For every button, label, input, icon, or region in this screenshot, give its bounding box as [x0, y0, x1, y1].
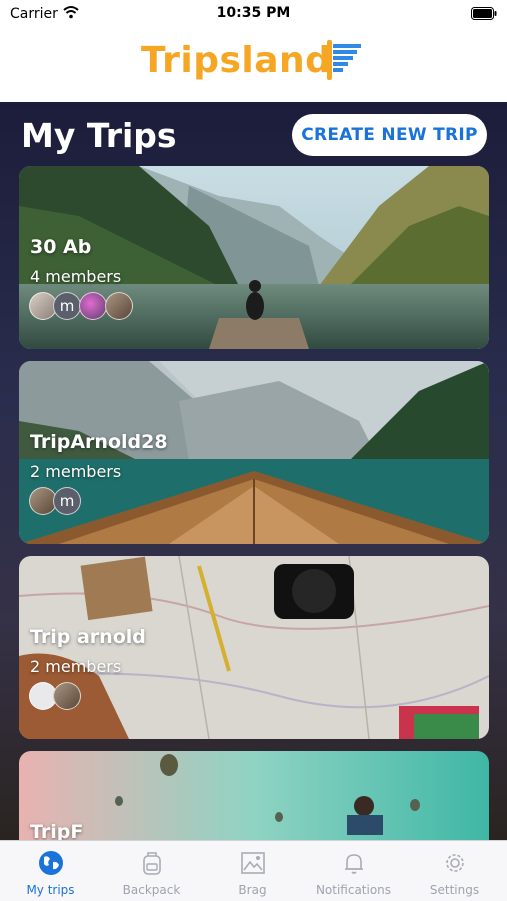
trip-member-count: 2 members	[30, 657, 122, 676]
tab-notifications[interactable]: Notifications	[303, 841, 404, 901]
trips-screen[interactable]: My Trips CREATE NEW TRIP 30 Ab 4 members…	[0, 102, 507, 840]
trip-cover-image	[19, 751, 489, 840]
gear-icon	[446, 854, 464, 872]
tab-brag[interactable]: Brag	[202, 841, 303, 901]
status-bar: Carrier 10:35 PM	[0, 0, 507, 28]
trip-name: 30 Ab	[30, 236, 92, 258]
tab-backpack[interactable]: Backpack	[101, 841, 202, 901]
avatar: m	[53, 487, 81, 515]
trip-card[interactable]: Trip arnold 2 members	[19, 556, 489, 739]
backpack-icon	[143, 852, 161, 875]
tab-label: Notifications	[315, 883, 392, 897]
trip-name: TripF	[30, 821, 84, 840]
app-logo: Tripsland	[141, 40, 332, 81]
clock: 10:35 PM	[216, 5, 291, 21]
create-new-trip-button[interactable]: CREATE NEW TRIP	[292, 114, 487, 156]
trip-card[interactable]: TripF	[19, 751, 489, 840]
tab-label: Backpack	[122, 883, 181, 897]
trip-name: Trip arnold	[30, 626, 146, 648]
trip-member-count: 4 members	[30, 267, 122, 286]
avatar	[79, 292, 107, 320]
page-title: My Trips	[21, 116, 177, 155]
image-icon	[241, 852, 265, 874]
trip-card[interactable]: 30 Ab 4 members m	[19, 166, 489, 349]
avatar	[53, 682, 81, 710]
tab-my-trips[interactable]: My trips	[0, 841, 101, 901]
trip-card[interactable]: TripArnold28 2 members m	[19, 361, 489, 544]
avatar: m	[53, 292, 81, 320]
bell-icon	[345, 854, 363, 874]
tab-label: My trips	[26, 883, 75, 897]
tab-bar: My trips Backpack Brag Notifications Set…	[0, 840, 507, 901]
tab-settings[interactable]: Settings	[404, 841, 505, 901]
battery-icon	[471, 7, 497, 20]
globe-icon	[39, 851, 63, 875]
tab-label: Brag	[238, 883, 267, 897]
avatar	[105, 292, 133, 320]
tab-label: Settings	[429, 883, 480, 897]
app-header: Tripsland	[0, 28, 507, 102]
trip-name: TripArnold28	[30, 431, 168, 453]
logo-flag-icon	[327, 40, 361, 80]
trip-member-count: 2 members	[30, 462, 122, 481]
